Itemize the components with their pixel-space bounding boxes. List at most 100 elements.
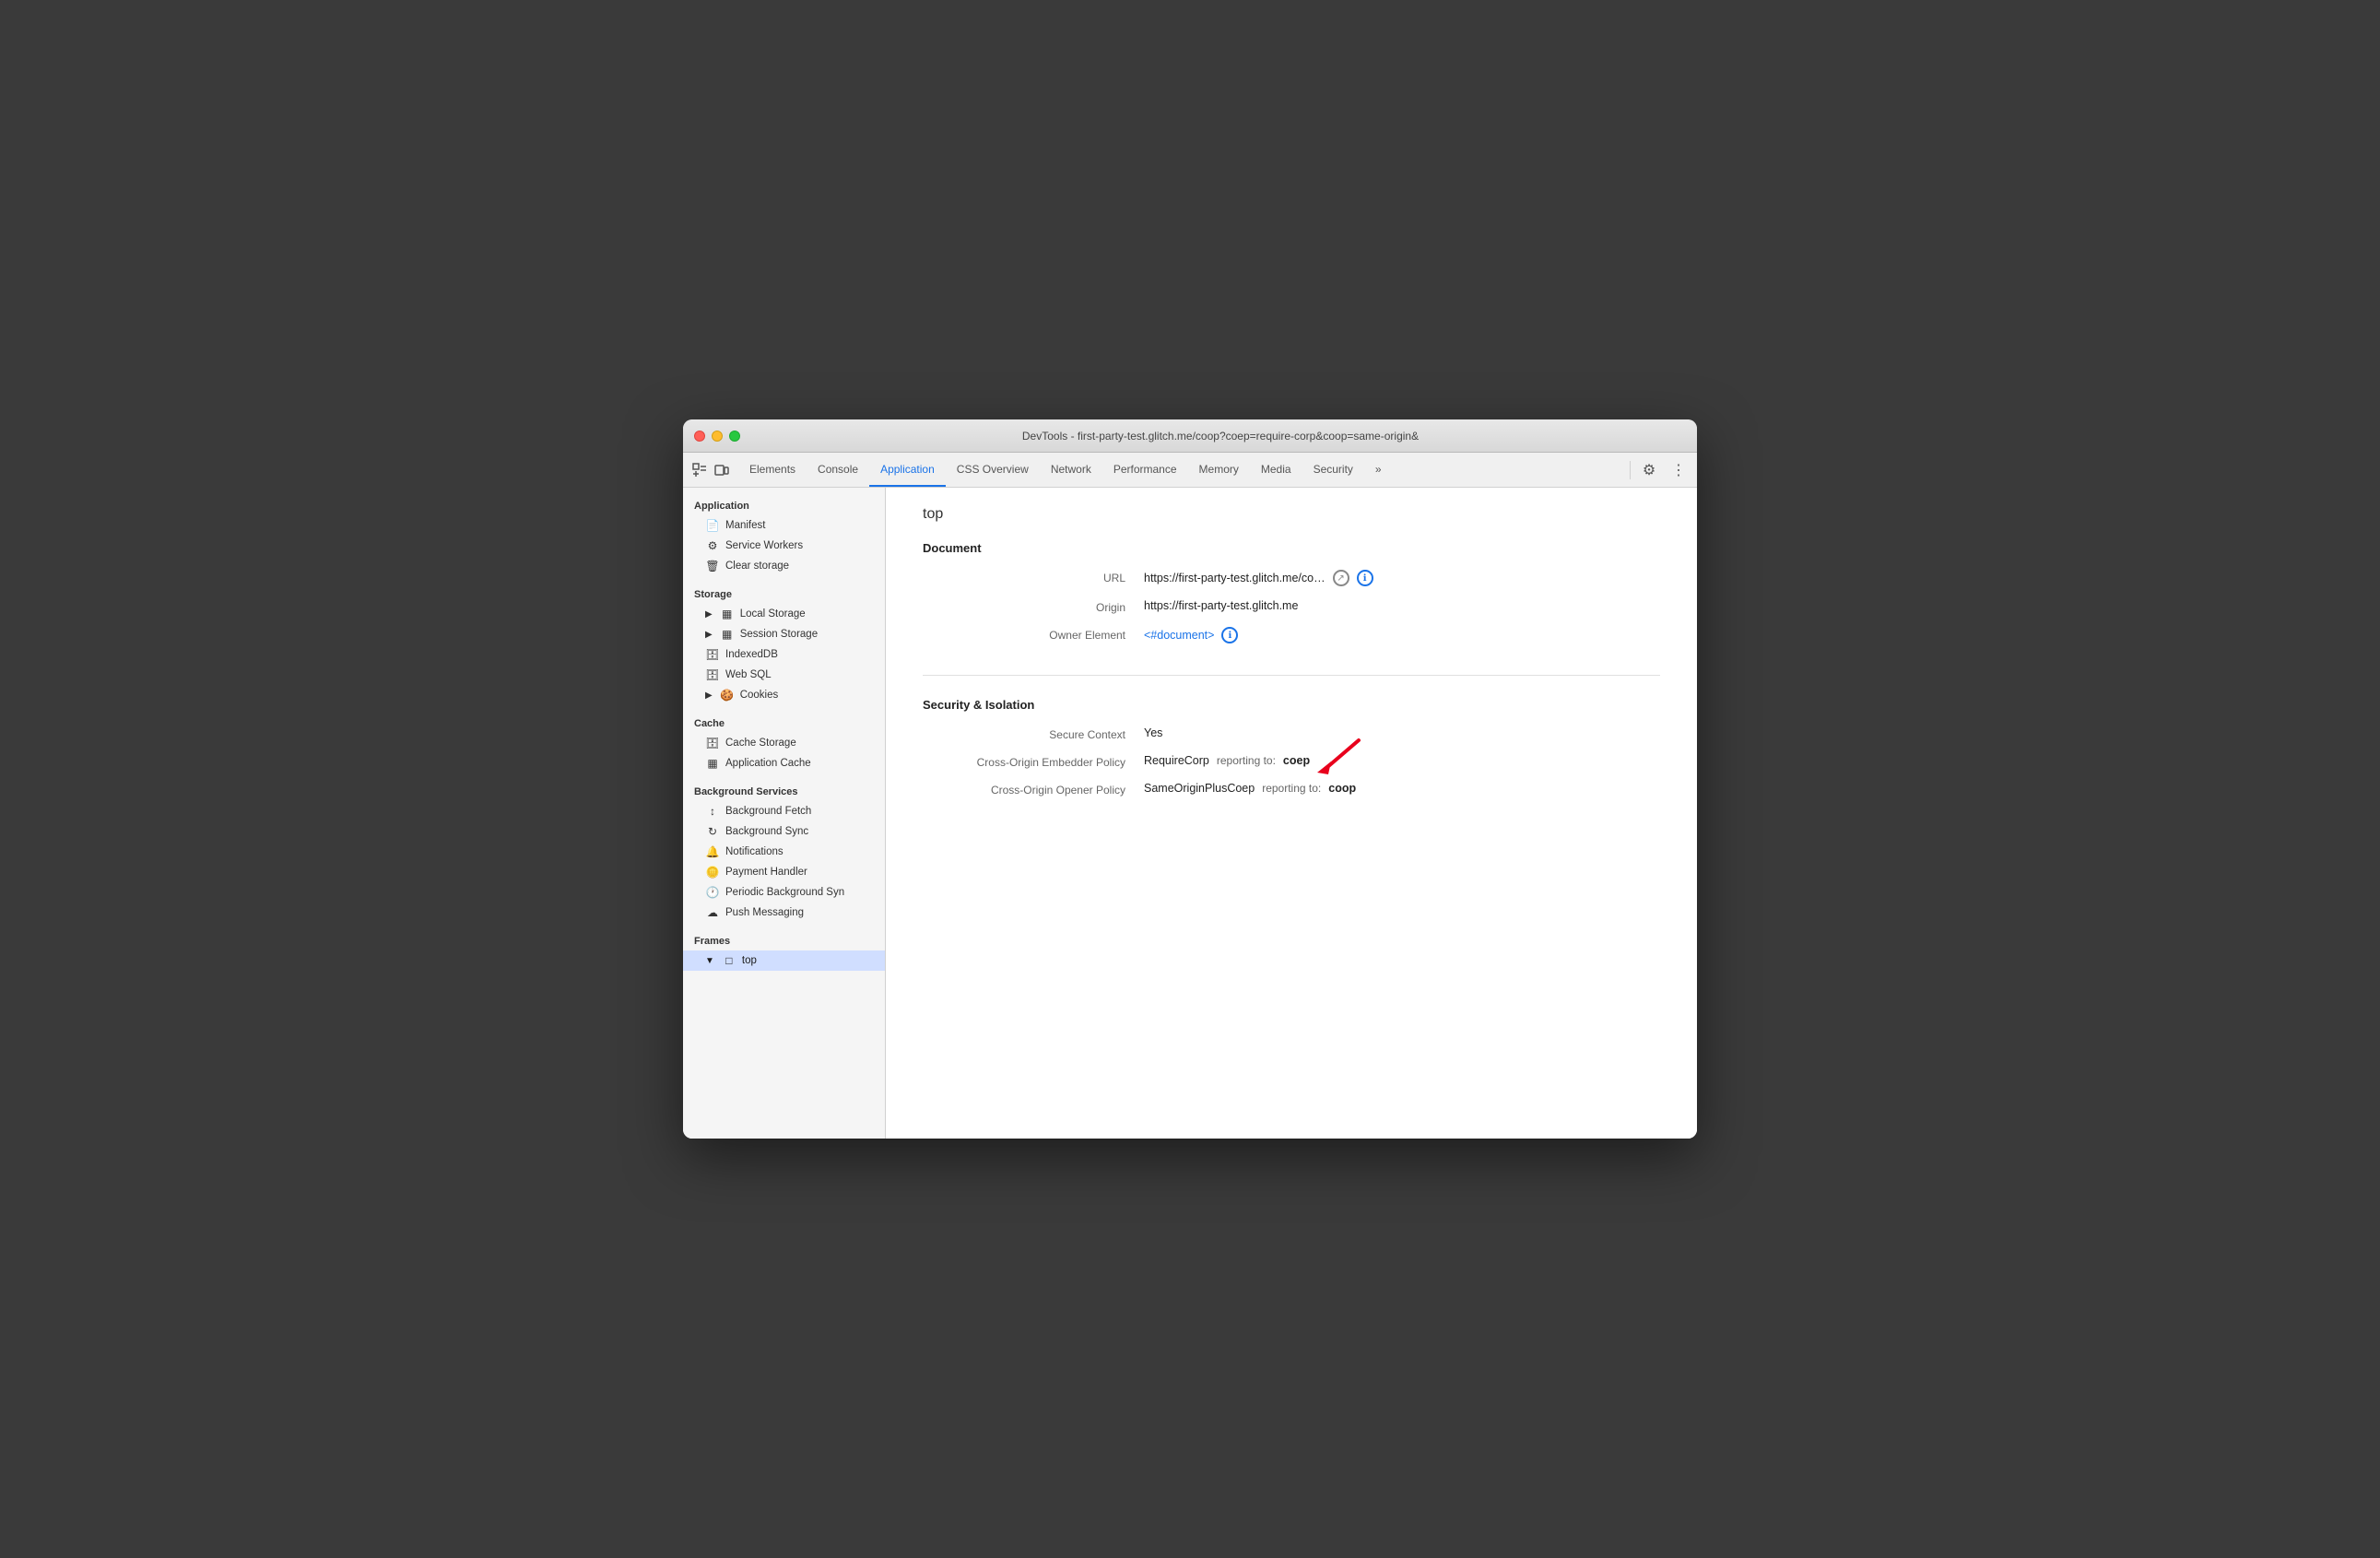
owner-element-label: Owner Element bbox=[941, 627, 1144, 642]
payment-handler-icon: 🪙 bbox=[705, 866, 720, 879]
tab-elements[interactable]: Elements bbox=[738, 453, 807, 487]
coep-policy: RequireCorp bbox=[1144, 754, 1209, 767]
expand-arrow-icon: ▶ bbox=[705, 690, 713, 701]
cache-storage-icon: 🗄 bbox=[705, 737, 720, 749]
security-section-title: Security & Isolation bbox=[923, 698, 1660, 712]
expand-arrow-icon: ▶ bbox=[705, 630, 713, 640]
tab-more[interactable]: » bbox=[1364, 453, 1393, 487]
secure-context-value: Yes bbox=[1144, 726, 1162, 739]
owner-element-field: Owner Element <#document> ℹ bbox=[923, 627, 1660, 643]
secure-context-field: Secure Context Yes bbox=[923, 726, 1660, 741]
tab-network[interactable]: Network bbox=[1040, 453, 1102, 487]
window-title: DevTools - first-party-test.glitch.me/co… bbox=[755, 430, 1686, 443]
url-info-icon[interactable]: ℹ bbox=[1357, 570, 1373, 586]
expand-arrow-icon: ▶ bbox=[705, 609, 713, 620]
clear-storage-icon: 🗑 bbox=[705, 560, 720, 572]
sidebar-item-local-storage[interactable]: ▶ ▦ Local Storage bbox=[683, 604, 885, 624]
coop-policy: SameOriginPlusCoep bbox=[1144, 782, 1255, 795]
tab-bar: Elements Console Application CSS Overvie… bbox=[683, 453, 1697, 488]
manifest-icon: 📄 bbox=[705, 519, 720, 532]
coep-annotation: coep bbox=[1283, 754, 1310, 767]
sidebar-item-manifest[interactable]: 📄 Manifest bbox=[683, 515, 885, 536]
background-fetch-icon: ↕ bbox=[705, 805, 720, 818]
coep-field: Cross-Origin Embedder Policy RequireCorp… bbox=[923, 754, 1660, 769]
tab-css-overview[interactable]: CSS Overview bbox=[946, 453, 1040, 487]
traffic-lights bbox=[694, 431, 740, 442]
owner-element-info-icon[interactable]: ℹ bbox=[1221, 627, 1238, 643]
sidebar: Application 📄 Manifest ⚙ Service Workers… bbox=[683, 488, 886, 1139]
owner-element-link[interactable]: <#document> bbox=[1144, 629, 1214, 642]
indexeddb-icon: 🗄 bbox=[705, 648, 720, 661]
sidebar-item-indexeddb[interactable]: 🗄 IndexedDB bbox=[683, 644, 885, 665]
sidebar-item-service-workers[interactable]: ⚙ Service Workers bbox=[683, 536, 885, 556]
device-icon[interactable] bbox=[713, 461, 731, 479]
local-storage-icon: ▦ bbox=[720, 608, 735, 620]
title-bar: DevTools - first-party-test.glitch.me/co… bbox=[683, 419, 1697, 453]
content-panel: top Document URL https://first-party-tes… bbox=[886, 488, 1697, 1139]
collapse-arrow-icon: ▼ bbox=[705, 956, 714, 966]
sidebar-item-push-messaging[interactable]: ☁ Push Messaging bbox=[683, 903, 885, 923]
sidebar-item-notifications[interactable]: 🔔 Notifications bbox=[683, 842, 885, 862]
origin-field: Origin https://first-party-test.glitch.m… bbox=[923, 599, 1660, 614]
origin-label: Origin bbox=[941, 599, 1144, 614]
coop-field: Cross-Origin Opener Policy SameOriginPlu… bbox=[923, 782, 1660, 797]
maximize-button[interactable] bbox=[729, 431, 740, 442]
coop-reporting-label: reporting to: bbox=[1262, 782, 1321, 795]
url-field: URL https://first-party-test.glitch.me/c… bbox=[923, 570, 1660, 586]
session-storage-icon: ▦ bbox=[720, 628, 735, 641]
periodic-bg-sync-icon: 🕐 bbox=[705, 886, 720, 899]
sidebar-item-clear-storage[interactable]: 🗑 Clear storage bbox=[683, 556, 885, 576]
document-section-title: Document bbox=[923, 541, 1660, 555]
tab-application[interactable]: Application bbox=[869, 453, 946, 487]
more-options-icon[interactable]: ⋮ bbox=[1667, 459, 1690, 481]
devtools-controls bbox=[690, 461, 731, 479]
service-workers-icon: ⚙ bbox=[705, 539, 720, 552]
red-arrow-annotation bbox=[1308, 736, 1363, 782]
sidebar-item-background-sync[interactable]: ↻ Background Sync bbox=[683, 821, 885, 842]
secure-context-label: Secure Context bbox=[941, 726, 1144, 741]
document-section: Document URL https://first-party-test.gl… bbox=[923, 541, 1660, 676]
sidebar-item-session-storage[interactable]: ▶ ▦ Session Storage bbox=[683, 624, 885, 644]
sidebar-item-top-frame[interactable]: ▼ □ top bbox=[683, 950, 885, 971]
sidebar-item-web-sql[interactable]: 🗄 Web SQL bbox=[683, 665, 885, 685]
tab-console[interactable]: Console bbox=[807, 453, 869, 487]
coep-reporting-label: reporting to: bbox=[1217, 754, 1276, 767]
coep-reporting-value: coep bbox=[1283, 754, 1310, 767]
coop-value: SameOriginPlusCoep reporting to: coop bbox=[1144, 782, 1356, 795]
sidebar-section-frames: Frames bbox=[683, 930, 885, 950]
notifications-icon: 🔔 bbox=[705, 845, 720, 858]
url-label: URL bbox=[941, 570, 1144, 584]
sidebar-item-payment-handler[interactable]: 🪙 Payment Handler bbox=[683, 862, 885, 882]
tab-media[interactable]: Media bbox=[1250, 453, 1302, 487]
minimize-button[interactable] bbox=[712, 431, 723, 442]
tab-security[interactable]: Security bbox=[1302, 453, 1364, 487]
coop-label: Cross-Origin Opener Policy bbox=[941, 782, 1144, 797]
sidebar-item-cookies[interactable]: ▶ 🍪 Cookies bbox=[683, 685, 885, 705]
tab-performance[interactable]: Performance bbox=[1102, 453, 1188, 487]
coep-label: Cross-Origin Embedder Policy bbox=[941, 754, 1144, 769]
inspect-icon[interactable] bbox=[690, 461, 709, 479]
sidebar-item-periodic-bg-sync[interactable]: 🕐 Periodic Background Syn bbox=[683, 882, 885, 903]
settings-icon[interactable]: ⚙ bbox=[1638, 459, 1660, 481]
sidebar-item-background-fetch[interactable]: ↕ Background Fetch bbox=[683, 801, 885, 821]
tab-bar-right: ⚙ ⋮ bbox=[1630, 459, 1690, 481]
origin-value: https://first-party-test.glitch.me bbox=[1144, 599, 1298, 612]
tab-memory[interactable]: Memory bbox=[1188, 453, 1250, 487]
push-messaging-icon: ☁ bbox=[705, 906, 720, 919]
sidebar-item-cache-storage[interactable]: 🗄 Cache Storage bbox=[683, 733, 885, 753]
url-value: https://first-party-test.glitch.me/co… ↗… bbox=[1144, 570, 1373, 586]
coep-value: RequireCorp reporting to: coep bbox=[1144, 754, 1310, 767]
devtools-window: DevTools - first-party-test.glitch.me/co… bbox=[683, 419, 1697, 1139]
sidebar-section-cache: Cache bbox=[683, 713, 885, 733]
main-content: Application 📄 Manifest ⚙ Service Workers… bbox=[683, 488, 1697, 1139]
sidebar-section-background: Background Services bbox=[683, 781, 885, 801]
owner-element-value: <#document> ℹ bbox=[1144, 627, 1238, 643]
sidebar-item-application-cache[interactable]: ▦ Application Cache bbox=[683, 753, 885, 773]
tabs-container: Elements Console Application CSS Overvie… bbox=[738, 453, 1630, 487]
web-sql-icon: 🗄 bbox=[705, 668, 720, 681]
close-button[interactable] bbox=[694, 431, 705, 442]
frame-icon: □ bbox=[722, 954, 736, 967]
page-title: top bbox=[923, 506, 1660, 523]
url-circle-icon[interactable]: ↗ bbox=[1333, 570, 1349, 586]
cookies-icon: 🍪 bbox=[720, 689, 735, 702]
